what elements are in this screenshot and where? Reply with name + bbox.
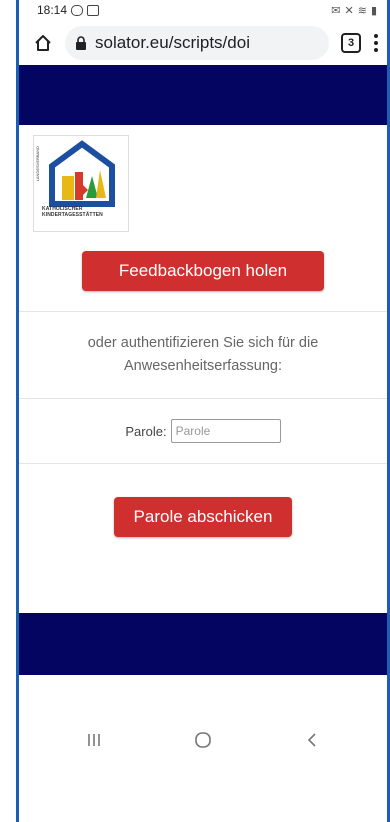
footer-navy-band [19,613,387,675]
url-text: solator.eu/scripts/doi [95,32,250,52]
recent-apps-icon[interactable] [74,733,114,747]
more-vert-icon[interactable] [373,33,379,52]
back-icon[interactable] [292,732,332,748]
android-nav-bar [19,711,387,769]
parole-label: Parole: [125,423,167,439]
browser-toolbar: solator.eu/scripts/doi 3 [19,20,387,65]
submit-section: Parole abschicken [19,464,387,592]
home-icon[interactable] [33,33,53,53]
status-left: 18:14 [37,3,100,17]
logo-vertical-text: LANDESVERBAND [35,146,40,182]
auth-section: oder authentifizieren Sie sich für die A… [19,312,387,398]
mute-icon: ✕ [344,4,354,17]
feedback-section: Feedbackbogen holen [19,246,387,311]
signal-icon: ▮ [370,4,377,17]
whatsapp-icon [71,4,84,16]
top-navy-band [19,65,387,125]
status-right: ✉ ✕ ≋ ▮ [331,4,377,17]
parole-section: Parole: [19,399,387,463]
tab-count: 3 [347,36,355,49]
parole-input[interactable] [170,419,281,443]
logo: KATHOLISCHER KINDERTAGESSTÄTTEN LANDESVE… [33,135,129,232]
lock-icon [76,35,86,50]
logo-area: KATHOLISCHER KINDERTAGESSTÄTTEN LANDESVE… [19,125,387,245]
alarm-icon: ✉ [331,4,341,17]
logo-caption-line2: KINDERTAGESSTÄTTEN [42,212,103,218]
logo-caption: KATHOLISCHER KINDERTAGESSTÄTTEN [42,206,103,218]
address-bar[interactable]: solator.eu/scripts/doi [65,25,329,60]
status-bar: 18:14 ✉ ✕ ≋ ▮ [19,0,387,20]
screen-frame: 18:14 ✉ ✕ ≋ ▮ solator.eu/scripts/doi 3 K… [16,0,390,822]
home-circle-icon[interactable] [183,731,223,749]
auth-instructions: oder authentifizieren Sie sich für die A… [87,335,319,374]
gallery-icon [87,4,100,16]
wifi-icon: ≋ [357,4,367,17]
logo-graphic [49,140,115,207]
submit-parole-button[interactable]: Parole abschicken [113,497,293,537]
parole-row: Parole: [19,419,387,443]
status-time: 18:14 [37,3,68,17]
tab-switcher-button[interactable]: 3 [341,32,361,53]
feedback-button[interactable]: Feedbackbogen holen [82,251,324,291]
